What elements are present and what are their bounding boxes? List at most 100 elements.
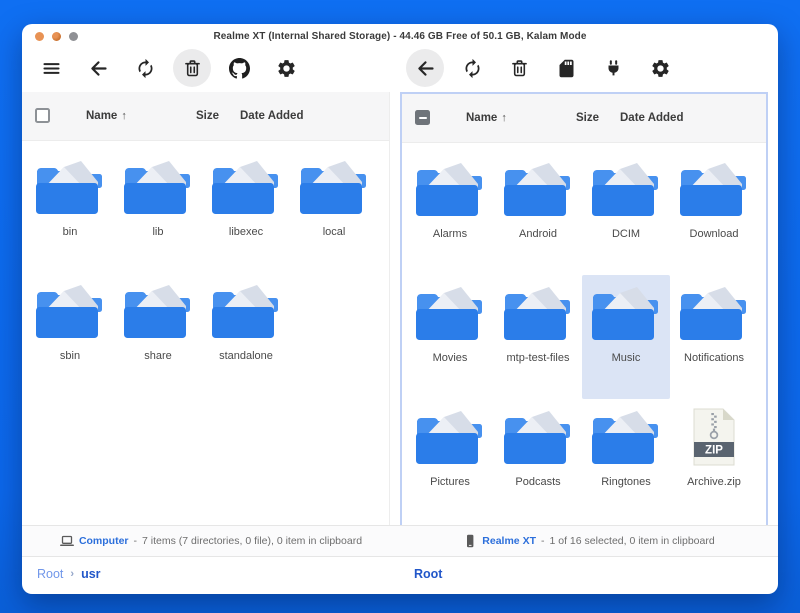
file-item-dcim[interactable]: DCIM (582, 151, 670, 275)
file-item-label: sbin (60, 350, 80, 362)
breadcrumb-root-link[interactable]: Root (414, 567, 442, 581)
settings-button-local[interactable] (267, 49, 305, 87)
folder-icon (414, 408, 486, 466)
back-button-device[interactable] (406, 49, 444, 87)
refresh-icon (135, 58, 156, 79)
breadcrumb-root-link[interactable]: Root (37, 567, 63, 581)
local-pane: Name↑ Size Date Added bin lib libexec (22, 92, 390, 525)
zip-file-icon (689, 408, 739, 466)
toolbar-right (406, 49, 679, 87)
local-status: Computer - 7 items (7 directories, 0 fil… (22, 526, 400, 556)
trash-icon (182, 58, 203, 79)
file-item-libexec[interactable]: libexec (202, 149, 290, 273)
file-item-ringtones[interactable]: Ringtones (582, 399, 670, 523)
local-device-link[interactable]: Computer (79, 535, 129, 547)
file-item-label: Download (690, 228, 739, 240)
folder-icon (210, 282, 282, 340)
file-item-label: Android (519, 228, 557, 240)
delete-button-device[interactable] (500, 49, 538, 87)
folder-icon (34, 282, 106, 340)
gear-icon (650, 58, 671, 79)
column-header-size[interactable]: Size (196, 110, 219, 122)
file-item-download[interactable]: Download (670, 151, 758, 275)
file-item-label: share (144, 350, 172, 362)
device-link[interactable]: Realme XT (482, 535, 536, 547)
file-item-standalone[interactable]: standalone (202, 273, 290, 397)
folder-icon (678, 160, 750, 218)
device-file-grid: Alarms Android DCIM Download Movies (402, 143, 766, 523)
column-header-date-added[interactable]: Date Added (240, 110, 303, 122)
file-item-pictures[interactable]: Pictures (406, 399, 494, 523)
file-item-sbin[interactable]: sbin (26, 273, 114, 397)
settings-button-device[interactable] (641, 49, 679, 87)
mobile-phone-icon (463, 534, 477, 548)
toolbar-left (32, 49, 305, 87)
file-item-podcasts[interactable]: Podcasts (494, 399, 582, 523)
file-item-local[interactable]: local (290, 149, 378, 273)
file-item-label: lib (152, 226, 163, 238)
device-status: Realme XT - 1 of 16 selected, 0 item in … (400, 526, 778, 556)
back-button-local[interactable] (79, 49, 117, 87)
title-bar: Realme XT (Internal Shared Storage) - 44… (22, 24, 778, 46)
file-item-label: Pictures (430, 476, 470, 488)
file-item-label: Ringtones (601, 476, 651, 488)
menu-icon (41, 58, 62, 79)
folder-icon (678, 284, 750, 342)
menu-button[interactable] (32, 49, 70, 87)
trash-icon (509, 58, 530, 79)
folder-icon (298, 158, 370, 216)
window-title: Realme XT (Internal Shared Storage) - 44… (22, 31, 778, 42)
folder-icon (502, 408, 574, 466)
usb-connection-button[interactable] (594, 49, 632, 87)
github-icon (229, 58, 250, 79)
file-item-notifications[interactable]: Notifications (670, 275, 758, 399)
file-item-lib[interactable]: lib (114, 149, 202, 273)
file-item-alarms[interactable]: Alarms (406, 151, 494, 275)
file-item-label: Podcasts (515, 476, 560, 488)
column-header-size[interactable]: Size (576, 112, 599, 124)
file-item-movies[interactable]: Movies (406, 275, 494, 399)
back-arrow-icon (415, 58, 436, 79)
refresh-icon (462, 58, 483, 79)
file-item-label: mtp-test-files (507, 352, 570, 364)
folder-icon (210, 158, 282, 216)
computer-icon (60, 534, 74, 548)
folder-icon (590, 284, 662, 342)
file-item-label: Notifications (684, 352, 744, 364)
breadcrumb-current-folder[interactable]: usr (81, 567, 100, 581)
folder-icon (34, 158, 106, 216)
folder-icon (502, 160, 574, 218)
breadcrumb-device: Root (414, 567, 442, 581)
folder-icon (122, 158, 194, 216)
file-item-share[interactable]: share (114, 273, 202, 397)
column-header-name[interactable]: Name↑ (466, 112, 507, 124)
select-all-checkbox-device[interactable] (415, 110, 430, 125)
file-item-mtp-test-files[interactable]: mtp-test-files (494, 275, 582, 399)
storage-select-button[interactable] (547, 49, 585, 87)
local-status-text: 7 items (7 directories, 0 file), 0 item … (142, 535, 362, 547)
file-item-music-selected[interactable]: Music (582, 275, 670, 399)
column-header-name[interactable]: Name↑ (86, 110, 127, 122)
sd-card-icon (556, 58, 577, 79)
folder-icon (414, 160, 486, 218)
select-all-checkbox-local[interactable] (35, 108, 50, 123)
github-button[interactable] (220, 49, 258, 87)
breadcrumb-local: Root › usr (37, 567, 101, 581)
status-separator: - (134, 535, 138, 547)
file-item-label: Movies (433, 352, 468, 364)
device-status-text: 1 of 16 selected, 0 item in clipboard (550, 535, 715, 547)
device-pane: Name↑ Size Date Added Alarms Android DCI… (400, 92, 768, 527)
file-item-bin[interactable]: bin (26, 149, 114, 273)
sort-ascending-icon: ↑ (121, 110, 127, 122)
toolbar (22, 46, 778, 92)
refresh-button-local[interactable] (126, 49, 164, 87)
delete-button-local[interactable] (173, 49, 211, 87)
file-item-archive-zip[interactable]: Archive.zip (670, 399, 758, 523)
column-header-date-added[interactable]: Date Added (620, 112, 683, 124)
file-item-android[interactable]: Android (494, 151, 582, 275)
file-item-label: local (323, 226, 346, 238)
back-arrow-icon (88, 58, 109, 79)
file-item-label: Archive.zip (687, 476, 741, 488)
status-bar: Computer - 7 items (7 directories, 0 fil… (22, 525, 778, 557)
refresh-button-device[interactable] (453, 49, 491, 87)
